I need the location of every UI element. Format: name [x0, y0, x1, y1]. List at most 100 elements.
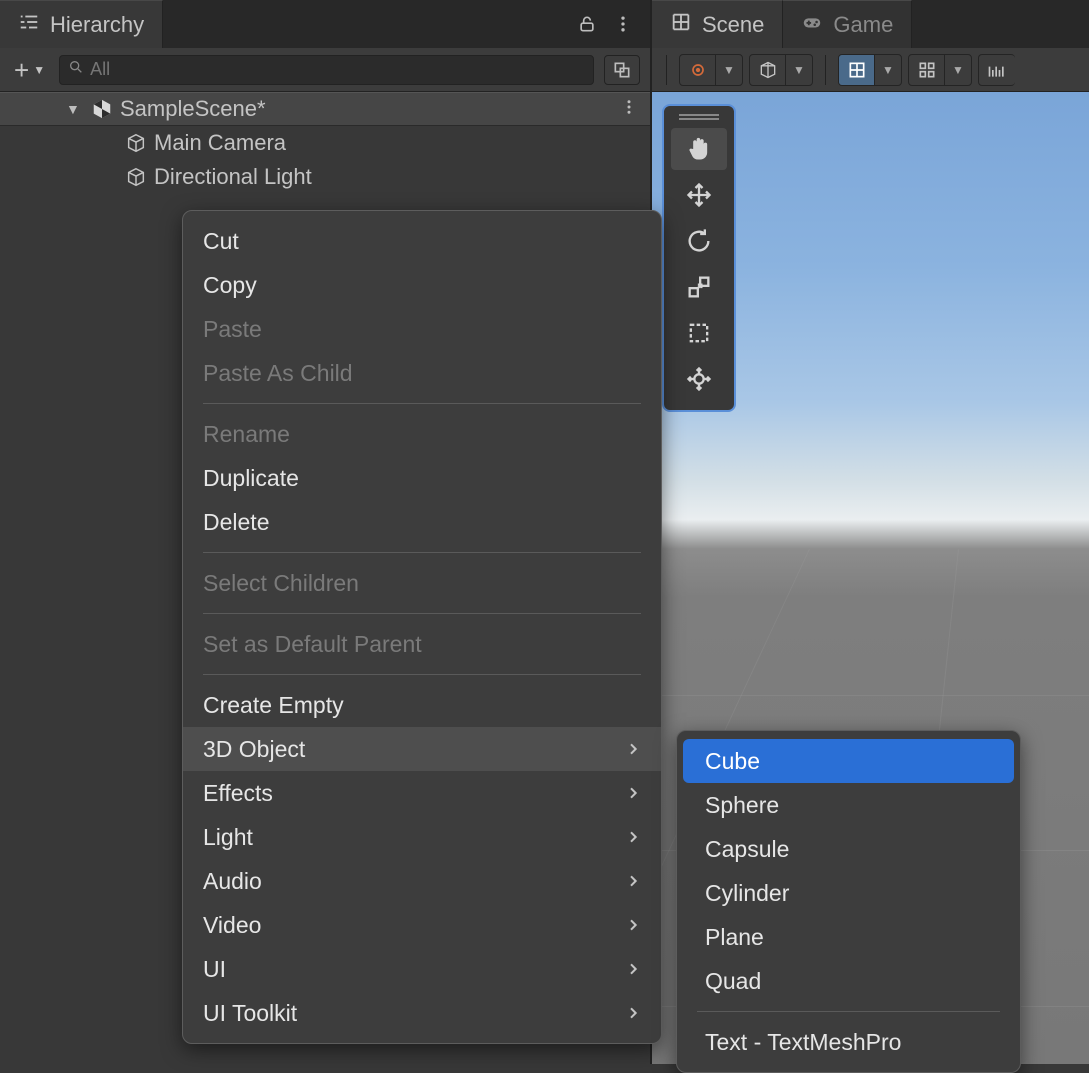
foldout-icon[interactable]: ▼ — [66, 101, 84, 117]
menu-item-label: Cut — [203, 228, 239, 255]
search-icon — [68, 59, 84, 80]
menu-item-label: UI Toolkit — [203, 1000, 297, 1027]
search-input[interactable] — [90, 59, 585, 80]
scene-kebab-icon[interactable] — [620, 96, 638, 122]
toolbar-divider — [666, 55, 667, 85]
menu-item-3d-object[interactable]: 3D Object — [183, 727, 661, 771]
submenu-item-label: Text - TextMeshPro — [705, 1029, 901, 1056]
ruler-toggle[interactable] — [978, 54, 1015, 86]
menu-item-label: Select Children — [203, 570, 359, 597]
submenu-item-plane[interactable]: Plane — [683, 915, 1014, 959]
chevron-right-icon — [625, 780, 641, 807]
tab-hierarchy[interactable]: Hierarchy — [0, 0, 163, 48]
transform-tool-button[interactable] — [671, 358, 727, 400]
lock-icon[interactable] — [572, 9, 602, 39]
hierarchy-item[interactable]: Main Camera — [0, 126, 650, 160]
chevron-right-icon — [625, 1000, 641, 1027]
hierarchy-item-label: Main Camera — [154, 130, 286, 156]
menu-separator — [203, 674, 641, 675]
chevron-down-icon[interactable]: ▼ — [716, 55, 742, 85]
hand-tool-button[interactable] — [671, 128, 727, 170]
menu-item-duplicate[interactable]: Duplicate — [183, 456, 661, 500]
scene-tab-bar: Scene Game — [652, 0, 1089, 48]
menu-item-create-empty[interactable]: Create Empty — [183, 683, 661, 727]
menu-item-label: Paste — [203, 316, 262, 343]
pivot-center-toggle[interactable]: ▼ — [679, 54, 743, 86]
menu-item-video[interactable]: Video — [183, 903, 661, 947]
menu-item-label: Video — [203, 912, 261, 939]
menu-item-label: Paste As Child — [203, 360, 353, 387]
move-tool-button[interactable] — [671, 174, 727, 216]
scene-tab-icon — [670, 11, 692, 39]
kebab-icon[interactable] — [608, 9, 638, 39]
ruler-icon — [979, 55, 1015, 85]
menu-item-label: Duplicate — [203, 465, 299, 492]
menu-item-ui-toolkit[interactable]: UI Toolkit — [183, 991, 661, 1035]
menu-item-delete[interactable]: Delete — [183, 500, 661, 544]
menu-item-label: Copy — [203, 272, 257, 299]
local-global-toggle[interactable]: ▼ — [749, 54, 813, 86]
menu-item-ui[interactable]: UI — [183, 947, 661, 991]
search-mode-button[interactable] — [604, 55, 640, 85]
scene-tool-overlay — [662, 104, 736, 412]
rect-tool-button[interactable] — [671, 312, 727, 354]
globe-icon — [750, 55, 786, 85]
scene-row[interactable]: ▼ SampleScene* — [0, 92, 650, 126]
unity-scene-icon — [90, 97, 114, 121]
chevron-right-icon — [625, 824, 641, 851]
toolbar-divider — [825, 55, 826, 85]
chevron-down-icon[interactable]: ▼ — [786, 55, 812, 85]
game-tab-label: Game — [833, 12, 893, 38]
overlay-grip-icon[interactable] — [679, 114, 719, 120]
chevron-down-icon: ▼ — [33, 63, 45, 77]
menu-item-label: Set as Default Parent — [203, 631, 422, 658]
submenu-item-cube[interactable]: Cube — [683, 739, 1014, 783]
menu-item-audio[interactable]: Audio — [183, 859, 661, 903]
submenu-item-cylinder[interactable]: Cylinder — [683, 871, 1014, 915]
chevron-right-icon — [625, 868, 641, 895]
snap-increment-icon — [909, 55, 945, 85]
rotate-tool-button[interactable] — [671, 220, 727, 262]
menu-item-set-as-default-parent: Set as Default Parent — [183, 622, 661, 666]
submenu-item-quad[interactable]: Quad — [683, 959, 1014, 1003]
submenu-item-capsule[interactable]: Capsule — [683, 827, 1014, 871]
submenu-item-label: Quad — [705, 968, 761, 995]
chevron-down-icon[interactable]: ▼ — [875, 55, 901, 85]
menu-item-cut[interactable]: Cut — [183, 219, 661, 263]
hierarchy-tab-bar: Hierarchy — [0, 0, 650, 48]
menu-item-label: Rename — [203, 421, 290, 448]
grid-snap-icon — [839, 55, 875, 85]
menu-item-effects[interactable]: Effects — [183, 771, 661, 815]
hierarchy-tab-icon — [18, 11, 40, 39]
snap-increment-toggle[interactable]: ▼ — [908, 54, 972, 86]
submenu-item-label: Sphere — [705, 792, 779, 819]
menu-item-light[interactable]: Light — [183, 815, 661, 859]
menu-item-paste-as-child: Paste As Child — [183, 351, 661, 395]
game-tab-icon — [801, 11, 823, 39]
submenu-item-sphere[interactable]: Sphere — [683, 783, 1014, 827]
3d-object-submenu: Cube Sphere Capsule Cylinder Plane Quad Text -… — [676, 730, 1021, 1073]
hierarchy-item-label: Directional Light — [154, 164, 312, 190]
submenu-item-label: Capsule — [705, 836, 789, 863]
menu-separator — [203, 613, 641, 614]
hierarchy-context-menu: Cut Copy Paste Paste As Child Rename Duplicat… — [182, 210, 662, 1044]
search-input-container[interactable] — [59, 55, 594, 85]
scene-tab-label: Scene — [702, 12, 764, 38]
grid-line — [652, 695, 1089, 696]
scale-tool-button[interactable] — [671, 266, 727, 308]
chevron-down-icon[interactable]: ▼ — [945, 55, 971, 85]
submenu-item-text-textmeshpro[interactable]: Text - TextMeshPro — [683, 1020, 1014, 1064]
menu-separator — [203, 552, 641, 553]
menu-item-label: Light — [203, 824, 253, 851]
hierarchy-item[interactable]: Directional Light — [0, 160, 650, 194]
grid-snap-toggle[interactable]: ▼ — [838, 54, 902, 86]
submenu-item-label: Cylinder — [705, 880, 789, 907]
add-button[interactable]: + ▼ — [10, 57, 49, 83]
tab-scene[interactable]: Scene — [652, 0, 783, 48]
menu-item-label: Audio — [203, 868, 262, 895]
plus-icon: + — [14, 57, 29, 83]
chevron-right-icon — [625, 736, 641, 763]
menu-item-copy[interactable]: Copy — [183, 263, 661, 307]
tab-game[interactable]: Game — [783, 0, 912, 48]
menu-item-label: 3D Object — [203, 736, 305, 763]
